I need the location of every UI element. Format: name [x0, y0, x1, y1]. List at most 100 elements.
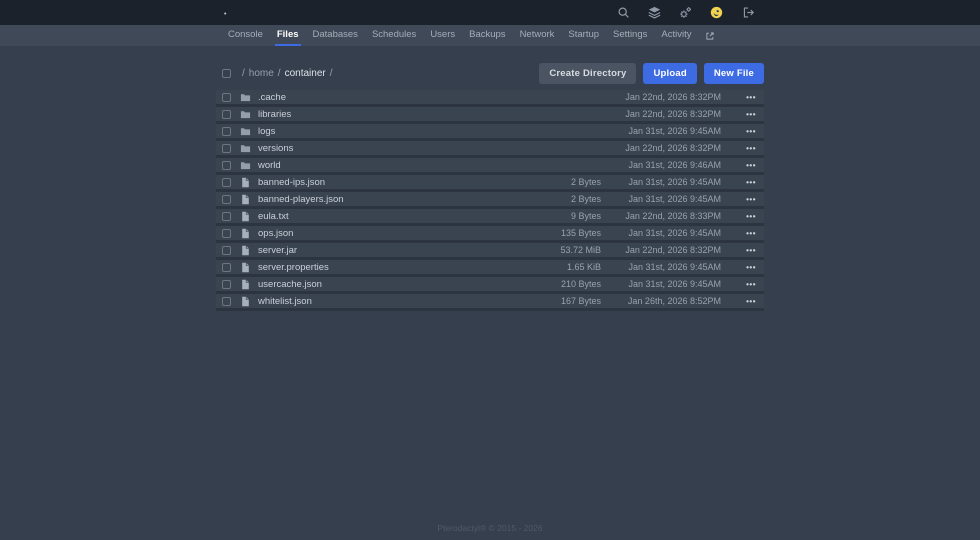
- file-name[interactable]: server.properties: [258, 262, 501, 273]
- file-row[interactable]: server.properties 1.65 KiB Jan 31st, 202…: [216, 260, 764, 277]
- file-modified: Jan 22nd, 2026 8:32PM: [625, 92, 721, 102]
- row-checkbox[interactable]: [222, 177, 231, 187]
- select-all-checkbox[interactable]: [222, 68, 231, 78]
- file-name[interactable]: versions: [258, 143, 501, 154]
- breadcrumb-home[interactable]: home: [249, 68, 274, 79]
- file-modified: Jan 31st, 2026 9:45AM: [628, 262, 721, 272]
- tab-users[interactable]: Users: [428, 25, 457, 46]
- file-modified: Jan 22nd, 2026 8:32PM: [625, 143, 721, 153]
- row-checkbox[interactable]: [222, 245, 231, 255]
- row-checkbox[interactable]: [222, 92, 231, 102]
- tab-network[interactable]: Network: [518, 25, 557, 46]
- row-checkbox[interactable]: [222, 143, 231, 153]
- tab-schedules[interactable]: Schedules: [370, 25, 418, 46]
- servers-icon[interactable]: [647, 6, 661, 20]
- row-checkbox[interactable]: [222, 228, 231, 238]
- breadcrumb-container[interactable]: container: [285, 68, 326, 79]
- row-checkbox[interactable]: [222, 160, 231, 170]
- row-menu-button[interactable]: •••: [726, 212, 764, 221]
- file-name[interactable]: .cache: [258, 92, 501, 103]
- row-menu-button[interactable]: •••: [726, 195, 764, 204]
- file-size: 53.72 MiB: [560, 245, 601, 255]
- file-row[interactable]: .cache Jan 22nd, 2026 8:32PM •••: [216, 90, 764, 107]
- file-name[interactable]: usercache.json: [258, 279, 501, 290]
- sign-out-icon[interactable]: [741, 6, 755, 20]
- footer-copyright: Pterodactyl® © 2015 - 2026: [437, 523, 543, 533]
- new-file-button[interactable]: New File: [703, 62, 764, 84]
- breadcrumb-separator: /: [277, 67, 281, 79]
- tab-activity[interactable]: Activity: [659, 25, 693, 46]
- row-menu-button[interactable]: •••: [726, 144, 764, 153]
- file-row[interactable]: world Jan 31st, 2026 9:46AM •••: [216, 158, 764, 175]
- file-icon: [240, 279, 251, 290]
- file-row[interactable]: banned-players.json 2 Bytes Jan 31st, 20…: [216, 192, 764, 209]
- row-menu-button[interactable]: •••: [726, 263, 764, 272]
- file-row[interactable]: banned-ips.json 2 Bytes Jan 31st, 2026 9…: [216, 175, 764, 192]
- tab-console[interactable]: Console: [226, 25, 265, 46]
- file-name[interactable]: banned-ips.json: [258, 177, 501, 188]
- tab-settings[interactable]: Settings: [611, 25, 649, 46]
- file-size: 2 Bytes: [570, 177, 601, 187]
- row-checkbox[interactable]: [222, 109, 231, 119]
- file-modified: Jan 26th, 2026 8:52PM: [627, 296, 721, 306]
- file-name[interactable]: eula.txt: [258, 211, 501, 222]
- file-row[interactable]: logs Jan 31st, 2026 9:45AM •••: [216, 124, 764, 141]
- topbar: •: [0, 0, 980, 25]
- create-directory-button[interactable]: Create Directory: [539, 62, 637, 84]
- row-menu-button[interactable]: •••: [726, 229, 764, 238]
- row-checkbox[interactable]: [222, 279, 231, 289]
- server-subnav: Console Files Databases Schedules Users …: [0, 25, 980, 46]
- file-size: 167 Bytes: [560, 296, 601, 306]
- row-checkbox[interactable]: [222, 194, 231, 204]
- admin-cogs-icon[interactable]: [678, 6, 692, 20]
- user-avatar[interactable]: [709, 5, 724, 20]
- file-row[interactable]: server.jar 53.72 MiB Jan 22nd, 2026 8:32…: [216, 243, 764, 260]
- file-modified: Jan 31st, 2026 9:46AM: [628, 160, 721, 170]
- file-name[interactable]: world: [258, 160, 501, 171]
- tab-files[interactable]: Files: [274, 25, 301, 46]
- topbar-icons: [616, 5, 755, 20]
- file-row[interactable]: versions Jan 22nd, 2026 8:32PM •••: [216, 141, 764, 158]
- file-name[interactable]: banned-players.json: [258, 194, 501, 205]
- folder-icon: [240, 109, 251, 120]
- row-menu-button[interactable]: •••: [726, 178, 764, 187]
- file-modified: Jan 31st, 2026 9:45AM: [628, 228, 721, 238]
- external-link-icon[interactable]: [703, 25, 717, 46]
- tab-databases[interactable]: Databases: [311, 25, 360, 46]
- row-menu-button[interactable]: •••: [726, 110, 764, 119]
- row-menu-button[interactable]: •••: [726, 93, 764, 102]
- file-name[interactable]: logs: [258, 126, 501, 137]
- file-modified: Jan 22nd, 2026 8:33PM: [625, 211, 721, 221]
- file-name[interactable]: whitelist.json: [258, 296, 501, 307]
- tab-backups[interactable]: Backups: [467, 25, 507, 46]
- row-checkbox[interactable]: [222, 296, 231, 306]
- file-name[interactable]: server.jar: [258, 245, 501, 256]
- row-menu-button[interactable]: •••: [726, 127, 764, 136]
- file-row[interactable]: eula.txt 9 Bytes Jan 22nd, 2026 8:33PM •…: [216, 209, 764, 226]
- file-icon: [240, 211, 251, 222]
- tab-startup[interactable]: Startup: [566, 25, 601, 46]
- file-manager: / home / container / Create Directory Up…: [216, 62, 764, 311]
- file-row[interactable]: ops.json 135 Bytes Jan 31st, 2026 9:45AM…: [216, 226, 764, 243]
- row-checkbox[interactable]: [222, 126, 231, 136]
- file-icon: [240, 262, 251, 273]
- row-menu-button[interactable]: •••: [726, 280, 764, 289]
- row-checkbox[interactable]: [222, 262, 231, 272]
- row-checkbox[interactable]: [222, 211, 231, 221]
- upload-button[interactable]: Upload: [643, 62, 697, 84]
- folder-icon: [240, 126, 251, 137]
- file-row[interactable]: usercache.json 210 Bytes Jan 31st, 2026 …: [216, 277, 764, 294]
- file-row[interactable]: libraries Jan 22nd, 2026 8:32PM •••: [216, 107, 764, 124]
- row-menu-button[interactable]: •••: [726, 246, 764, 255]
- file-name[interactable]: ops.json: [258, 228, 501, 239]
- search-icon[interactable]: [616, 6, 630, 20]
- row-menu-button[interactable]: •••: [726, 297, 764, 306]
- brand-dot: •: [224, 11, 227, 18]
- file-size: 1.65 KiB: [566, 262, 601, 272]
- folder-icon: [240, 143, 251, 154]
- file-row[interactable]: whitelist.json 167 Bytes Jan 26th, 2026 …: [216, 294, 764, 311]
- row-menu-button[interactable]: •••: [726, 161, 764, 170]
- file-name[interactable]: libraries: [258, 109, 501, 120]
- file-icon: [240, 228, 251, 239]
- folder-icon: [240, 92, 251, 103]
